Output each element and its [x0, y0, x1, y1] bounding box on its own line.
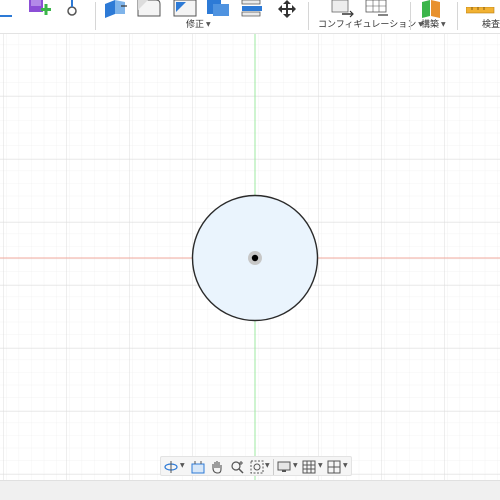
chevron-down-icon[interactable]: ▼	[180, 462, 185, 469]
bottom-strip	[0, 480, 500, 500]
navbar-separator	[273, 459, 274, 475]
chevron-down-icon[interactable]: ▼	[343, 462, 348, 469]
new-component-icon[interactable]	[27, 0, 53, 22]
orbit-icon[interactable]	[164, 459, 178, 475]
move-copy-icon[interactable]	[275, 0, 299, 22]
chevron-down-icon[interactable]: ▼	[265, 462, 270, 469]
line-tool-icon[interactable]	[0, 6, 14, 25]
navigation-bar: ▼ ▼ ▼ ▼ ▼	[160, 456, 352, 476]
ribbon-toolbar: 修正 ▼ コンフィギュレーション ▼ 構築 ▼ 検査	[0, 0, 500, 34]
look-at-icon[interactable]	[191, 459, 205, 475]
toolbar-separator	[95, 2, 96, 30]
inspect-group-label[interactable]: 検査	[482, 19, 500, 31]
chevron-down-icon: ▼	[206, 21, 211, 28]
configuration-group-text: コンフィギュレーション	[318, 20, 417, 30]
application-window: 修正 ▼ コンフィギュレーション ▼ 構築 ▼ 検査 ▼ ▼ ▼ ▼ ▼	[0, 0, 500, 500]
construct-group-text: 構築	[421, 20, 440, 30]
offset-face-icon[interactable]	[240, 0, 266, 22]
sketch-grid	[0, 34, 500, 480]
center-point[interactable]	[251, 254, 259, 262]
inspect-group-text: 検査	[482, 20, 500, 30]
chevron-down-icon: ▼	[441, 21, 446, 28]
display-settings-icon[interactable]	[277, 459, 291, 475]
press-pull-icon[interactable]	[103, 0, 129, 22]
chevron-down-icon[interactable]: ▼	[293, 462, 298, 469]
design-canvas[interactable]	[0, 34, 500, 480]
modify-group-label[interactable]: 修正 ▼	[186, 19, 211, 31]
fillet-icon[interactable]	[136, 0, 162, 22]
pan-icon[interactable]	[210, 459, 224, 475]
toolbar-separator	[457, 2, 458, 30]
toolbar-separator	[410, 2, 411, 30]
zoom-icon[interactable]	[230, 459, 244, 475]
chevron-down-icon[interactable]: ▼	[318, 462, 323, 469]
viewports-icon[interactable]	[327, 459, 341, 475]
fit-icon[interactable]	[250, 459, 264, 475]
modify-group-text: 修正	[186, 20, 205, 30]
joint-icon[interactable]	[64, 0, 80, 22]
construct-group-label[interactable]: 構築 ▼	[421, 19, 446, 31]
configuration-group-label[interactable]: コンフィギュレーション ▼	[318, 19, 423, 31]
toolbar-separator	[308, 2, 309, 30]
grid-settings-icon[interactable]	[302, 459, 316, 475]
